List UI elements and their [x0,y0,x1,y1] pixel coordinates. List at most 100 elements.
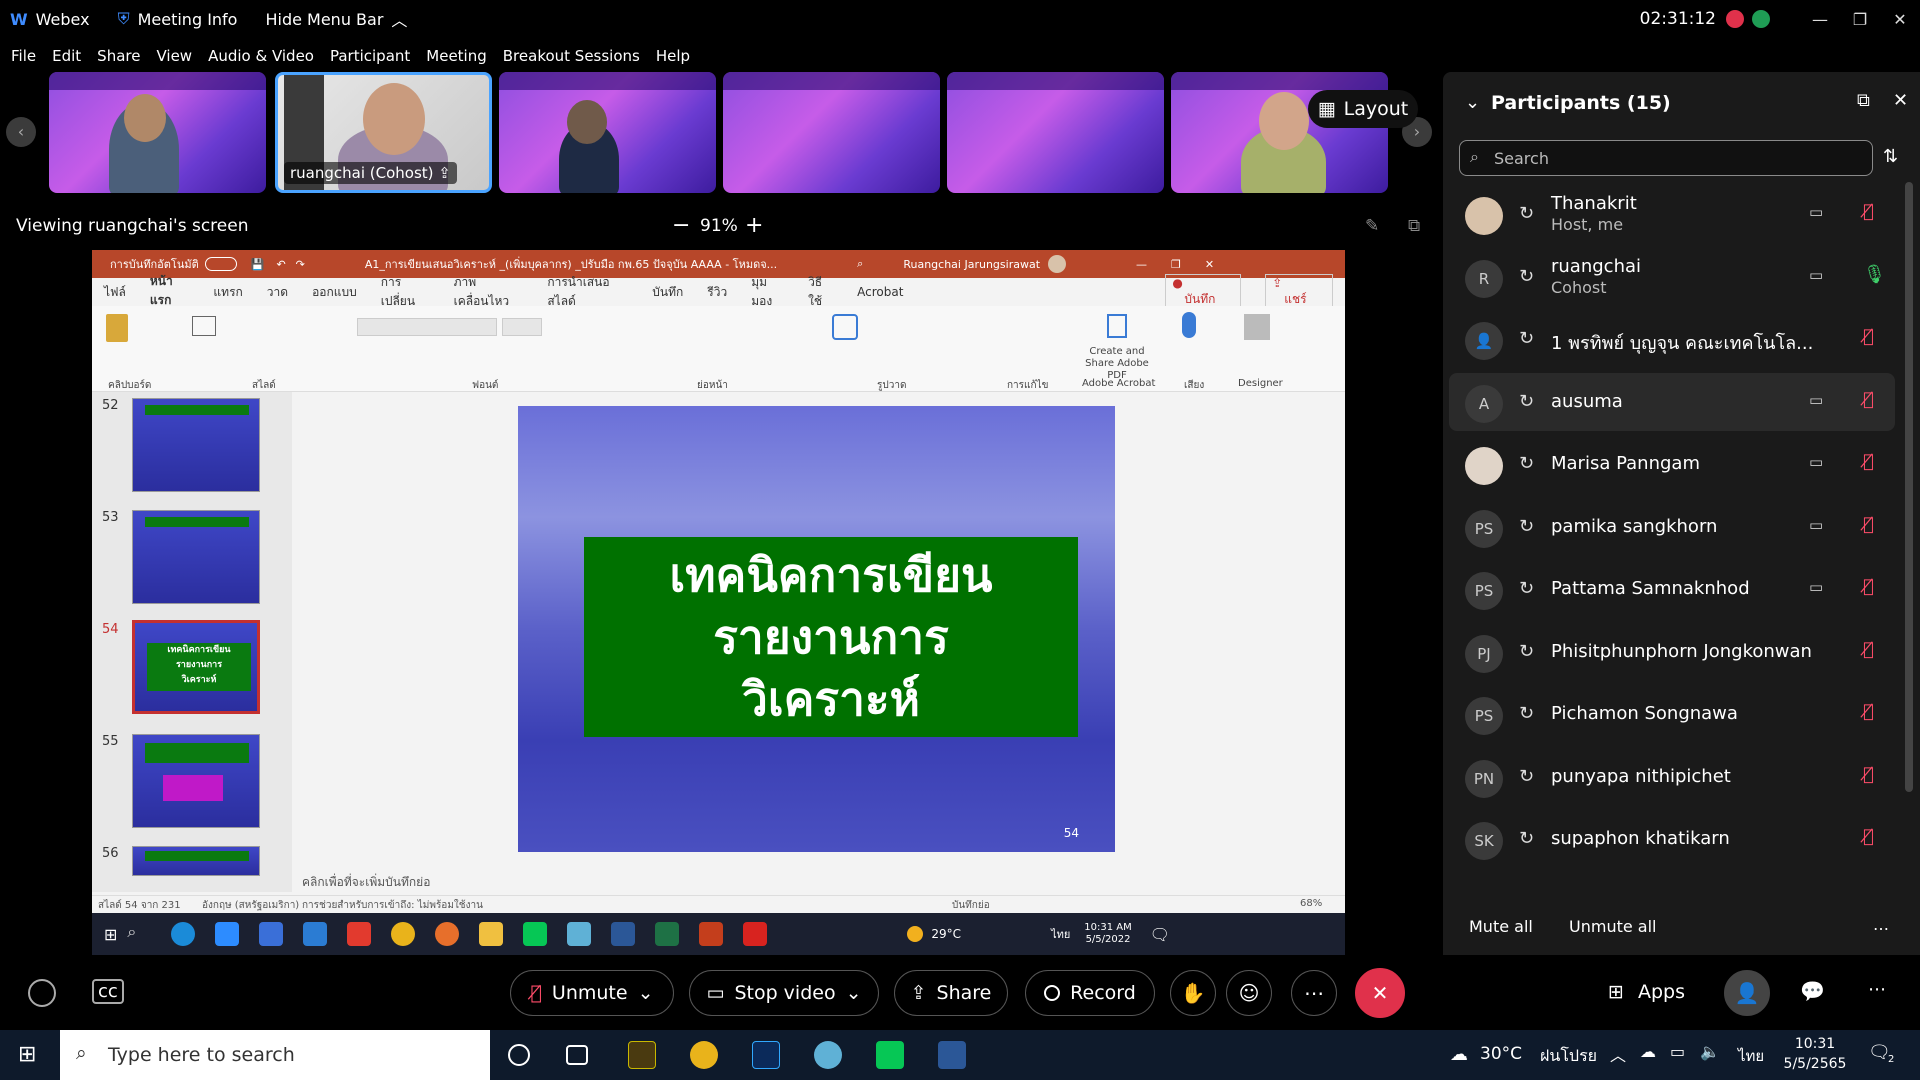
menu-help[interactable]: Help [656,47,690,65]
notification-icon[interactable]: 🗨 [1150,925,1170,944]
tab-draw[interactable]: วาด [267,283,288,302]
close-window-icon[interactable]: ✕ [1205,258,1214,271]
tab-file[interactable]: ไฟล์ [104,283,126,302]
mic-muted-icon[interactable]: 🎙̸ [1863,201,1874,222]
powerpoint-icon[interactable] [699,922,724,946]
tray-chevron-icon[interactable]: ︿ [1610,1042,1626,1066]
video-icon[interactable]: ▭ [1809,203,1823,221]
search-icon[interactable]: ⌕ [127,922,151,946]
edge-icon[interactable] [171,922,196,946]
video-icon[interactable]: ▭ [1809,453,1823,471]
video-icon[interactable]: ▭ [1809,391,1823,409]
raise-hand-button[interactable]: ✋ [1170,970,1216,1016]
participant-row[interactable]: PJ ↻ Phisitphunphorn Jongkonwan 🎙̸ [1449,623,1895,681]
dictate-icon[interactable] [1182,312,1196,338]
pp-share-button[interactable]: ⇪ แชร์ [1265,273,1333,311]
mic-muted-icon[interactable]: 🎙̸ [1863,826,1874,847]
onedrive-icon[interactable]: ☁ [1640,1042,1656,1061]
zoom-icon[interactable] [215,922,240,946]
tab-review[interactable]: รีวิว [707,283,727,302]
paste-icon[interactable] [106,314,128,342]
taskbar-lang[interactable]: ไทย [1738,1044,1764,1068]
filmstrip-prev-icon[interactable]: ‹ [6,117,36,147]
share-button[interactable]: ⇪ Share [894,970,1008,1016]
more-icon[interactable]: ⋯ [1868,979,1886,1000]
sort-icon[interactable]: ⇅ [1883,146,1898,167]
video-tile[interactable] [499,72,716,193]
acrobat-icon[interactable] [743,922,768,946]
participant-search-input[interactable]: ⌕ Search [1459,140,1873,176]
panel-scrollbar[interactable] [1905,182,1913,792]
notes-button[interactable]: บันทึกย่อ [952,898,990,913]
participant-row[interactable]: PS ↻ Pichamon Songnawa 🎙̸ [1449,685,1895,743]
tab-insert[interactable]: แทรก [213,283,242,302]
photoshop-icon[interactable] [752,1041,780,1069]
record-button[interactable]: Record [1025,970,1155,1016]
mic-muted-icon[interactable]: 🎙̸ [1863,451,1874,472]
video-tile[interactable] [49,72,266,193]
mic-muted-icon[interactable]: 🎙̸ [1863,576,1874,597]
anydesk-icon[interactable] [347,922,372,946]
network-stats-icon[interactable] [1752,10,1770,28]
participant-row[interactable]: 👤 ↻ 1 พรทิพย์ บุญจุน คณะเทคโนโล... 🎙̸ [1449,310,1895,368]
close-window-icon[interactable]: ✕ [1880,10,1920,29]
save-icon[interactable]: 💾 [251,258,265,271]
dreamweaver-icon[interactable] [628,1041,656,1069]
collapse-panel-icon[interactable]: ⌄ [1465,92,1480,113]
chrome-icon[interactable] [690,1041,718,1069]
menu-breakout[interactable]: Breakout Sessions [503,47,640,65]
autosave-toggle[interactable] [204,257,237,271]
language-status[interactable]: อังกฤษ (สหรัฐอเมริกา) [202,898,299,913]
participants-button[interactable]: 👤 [1724,970,1770,1016]
participant-row[interactable]: ↻ Marisa Panngam ▭ 🎙̸ [1449,435,1895,493]
video-tile[interactable] [723,72,940,193]
participant-row[interactable]: PS ↻ Pattama Samnaknhod ▭ 🎙̸ [1449,560,1895,618]
video-icon[interactable]: ▭ [1809,516,1823,534]
weather-icon[interactable]: ☁ [1450,1044,1468,1065]
video-icon[interactable]: ▭ [1809,578,1823,596]
tab-acrobat[interactable]: Acrobat [857,285,903,299]
participant-row[interactable]: SK ↻ supaphon khatikarn 🎙̸ [1449,810,1895,868]
unmute-button[interactable]: 🎙̸ Unmute ⌄ [510,970,674,1016]
webex-app-menu[interactable]: W Webex [10,10,90,29]
mic-muted-icon[interactable]: 🎙̸ [1863,514,1874,535]
menu-participant[interactable]: Participant [330,47,410,65]
layout-button[interactable]: ▦ Layout [1308,90,1418,128]
font-size-field[interactable] [502,318,542,336]
task-view-icon[interactable] [566,1045,588,1065]
notes-pane[interactable]: คลิกเพื่อที่จะเพิ่มบันทึกย่อ [292,865,1345,895]
slide-thumb-selected[interactable]: เทคนิคการเขียน รายงานการ วิเคราะห์ [132,620,260,714]
captions-icon[interactable]: cc [92,979,124,1004]
menu-edit[interactable]: Edit [52,47,81,65]
video-tile[interactable] [947,72,1164,193]
windows-icon[interactable]: ⊞ [18,1042,36,1067]
font-family-field[interactable] [357,318,497,336]
unmute-all-button[interactable]: Unmute all [1569,917,1656,936]
tab-record[interactable]: บันทึก [652,283,683,302]
mic-muted-icon[interactable]: 🎙̸ [1863,326,1874,347]
more-icon[interactable]: … [1873,915,1889,934]
pp-record-button[interactable]: ● บันทึก [1165,273,1242,311]
menu-view[interactable]: View [156,47,192,65]
participant-row[interactable]: R ↻ ruangchai Cohost ▭ 🎙 [1449,248,1895,306]
taskbar-clock[interactable]: 10:31 5/5/2565 [1780,1034,1850,1074]
firefox-icon[interactable] [435,922,460,946]
slide-thumb[interactable] [132,734,260,828]
meeting-info-button[interactable]: ⛨ Meeting Info [118,9,238,29]
word-icon[interactable] [938,1041,966,1069]
menu-meeting[interactable]: Meeting [426,47,486,65]
stop-video-button[interactable]: ▭ Stop video ⌄ [689,970,879,1016]
shapes-icon[interactable] [832,314,858,340]
cortana-icon[interactable] [508,1044,530,1066]
tab-design[interactable]: ออกแบบ [312,283,357,302]
undo-icon[interactable]: ↶ [276,258,285,271]
mute-all-button[interactable]: Mute all [1469,917,1533,936]
apps-button[interactable]: ⊞ Apps [1608,981,1685,1003]
minimize-icon[interactable]: — [1800,10,1840,29]
menu-audio-video[interactable]: Audio & Video [208,47,314,65]
video-tile-active[interactable]: ruangchai (Cohost) ⇪ [275,72,492,193]
word-icon[interactable] [611,922,636,946]
ai-assistant-icon[interactable] [28,979,56,1007]
avatar[interactable] [1048,255,1067,273]
mic-muted-icon[interactable]: 🎙̸ [1863,701,1874,722]
